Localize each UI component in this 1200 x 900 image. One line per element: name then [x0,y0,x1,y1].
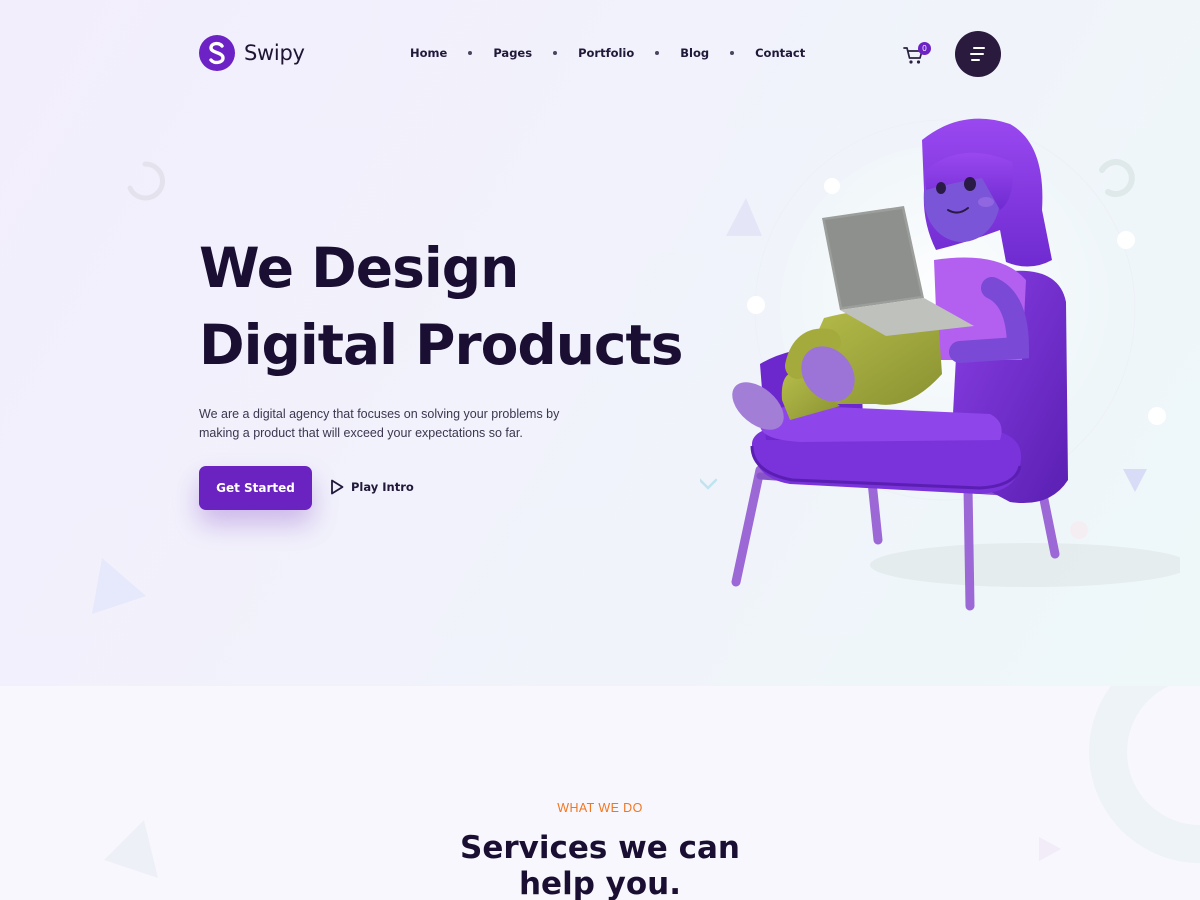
services-title: Services we can help you. [0,830,1200,900]
menu-button[interactable] [955,31,1001,77]
cart-button[interactable]: 0 [903,42,931,68]
hero-section: Swipy Home Pages Portfolio Blog Contact … [0,0,1200,690]
nav-link-pages[interactable]: Pages [493,46,532,60]
cart-count-badge: 0 [918,42,931,55]
main-nav: Home Pages Portfolio Blog Contact [410,46,805,60]
hero-description: We are a digital agency that focuses on … [199,407,560,440]
services-title-line-2: help you. [518,866,682,900]
nav-separator [468,51,473,55]
services-title-line-1: Services we can [460,830,740,866]
nav-link-blog[interactable]: Blog [680,46,709,60]
nav-link-home[interactable]: Home [410,46,447,60]
play-intro-label: Play Intro [351,480,414,494]
brand-name: Swipy [244,41,305,65]
hamburger-menu-icon [973,47,985,49]
services-eyebrow: WHAT WE DO [557,801,643,815]
girl-in-armchair-with-laptop-illustration [700,118,1180,611]
logo-s-icon [199,35,235,71]
menu-line [971,59,980,61]
nav-link-contact[interactable]: Contact [755,46,805,60]
headline-line-2: Digital Products [199,313,684,377]
nav-separator [730,51,735,55]
get-started-button[interactable]: Get Started [199,466,312,510]
triangle-decoration [92,558,146,614]
hero-headline: We Design Digital Products [199,230,759,384]
headline-line-1: We Design [199,236,519,300]
play-icon [331,479,344,495]
ring-decoration [127,161,165,201]
nav-separator [553,51,558,55]
services-section: WHAT WE DO Services we can help you. [0,686,1200,900]
nav-link-portfolio[interactable]: Portfolio [578,46,634,60]
play-intro-button[interactable]: Play Intro [329,478,414,496]
nav-separator [655,51,660,55]
menu-line [970,53,984,55]
brand-logo[interactable]: Swipy [199,35,305,71]
